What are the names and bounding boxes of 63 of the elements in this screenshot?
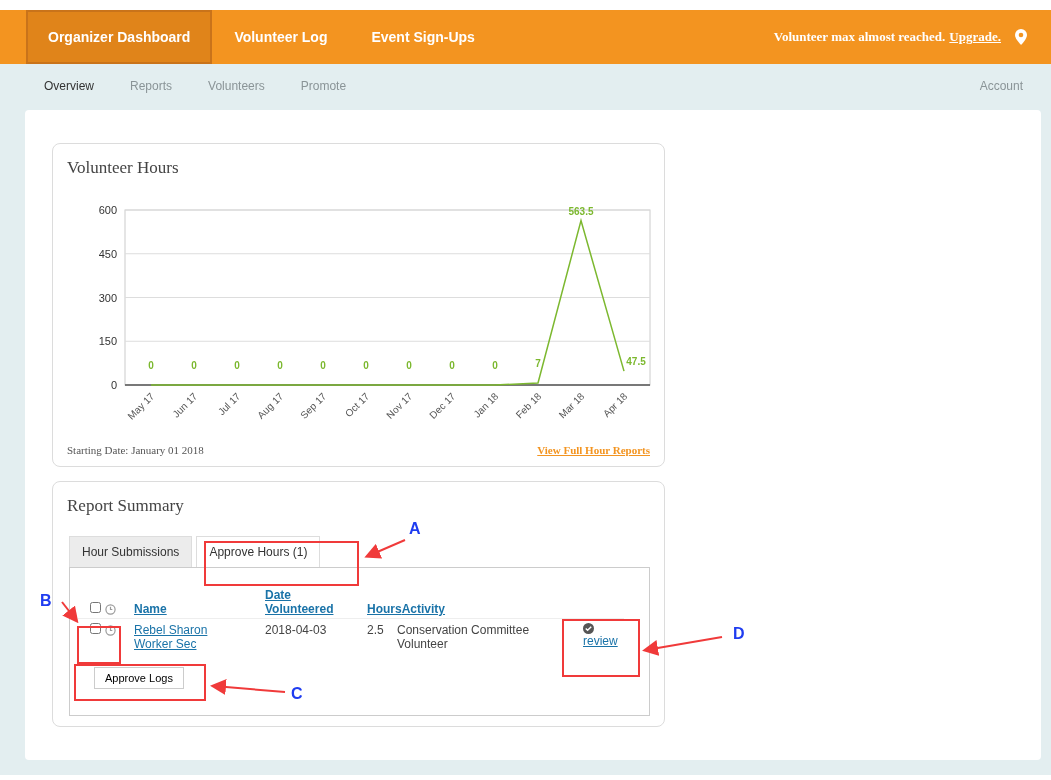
data-label: 0 bbox=[363, 360, 369, 371]
clock-icon bbox=[105, 604, 116, 616]
approve-logs-button[interactable]: Approve Logs bbox=[94, 667, 184, 689]
data-label: 0 bbox=[191, 360, 197, 371]
data-label: 563.5 bbox=[568, 205, 594, 217]
y-tick-label: 0 bbox=[110, 379, 117, 391]
card-title: Volunteer Hours bbox=[67, 158, 180, 178]
y-tick-label: 150 bbox=[98, 335, 117, 348]
column-header-link[interactable]: Hours bbox=[367, 602, 402, 616]
tab[interactable]: Hour Submissions bbox=[69, 536, 193, 567]
volunteer-name-link[interactable]: Rebel Sharon Worker Sec bbox=[134, 623, 245, 651]
clock-icon bbox=[105, 625, 116, 637]
data-label: 7 bbox=[535, 357, 541, 369]
x-tick-label: May 17 bbox=[125, 390, 157, 422]
hours-text: 2.5 bbox=[367, 623, 384, 637]
notice-text: Volunteer max almost reached. bbox=[773, 29, 946, 45]
card-title: Report Summary bbox=[67, 496, 185, 516]
nav-tab[interactable]: Organizer Dashboard bbox=[26, 10, 213, 64]
callout-letter: D bbox=[733, 625, 745, 643]
review-link[interactable]: review bbox=[583, 634, 618, 648]
x-tick-label: Nov 17 bbox=[384, 390, 415, 421]
column-header-link[interactable]: Activity bbox=[401, 602, 446, 616]
location-pin-icon[interactable] bbox=[1013, 28, 1029, 46]
callout-letter: B bbox=[40, 592, 52, 610]
x-tick-label: Jun 17 bbox=[170, 390, 200, 420]
data-label: 47.5 bbox=[626, 356, 646, 368]
tab[interactable]: Approve Hours (1) bbox=[196, 536, 321, 567]
sub-nav-link[interactable]: Volunteers bbox=[208, 79, 265, 93]
select-all-checkbox[interactable] bbox=[90, 602, 101, 613]
y-tick-label: 450 bbox=[98, 247, 117, 260]
x-tick-label: Dec 17 bbox=[427, 390, 458, 421]
row-checkbox[interactable] bbox=[90, 623, 101, 634]
pointer-arrow bbox=[61, 601, 79, 624]
starting-date: Starting Date: January 01 2018 bbox=[67, 444, 204, 456]
x-tick-label: Oct 17 bbox=[342, 390, 372, 420]
data-label: 0 bbox=[449, 360, 455, 371]
account-link[interactable]: Account bbox=[979, 79, 1023, 93]
callout-letter: C bbox=[291, 685, 303, 703]
date-text: 2018-04-03 bbox=[265, 623, 327, 637]
x-tick-label: Feb 18 bbox=[513, 390, 544, 421]
callout-letter: A bbox=[409, 520, 421, 538]
data-label: 0 bbox=[406, 360, 412, 371]
activity-text: Conservation Committee Volunteer bbox=[397, 623, 530, 651]
column-header-link[interactable]: Date Volunteered bbox=[265, 588, 361, 616]
x-tick-label: Jan 18 bbox=[471, 390, 501, 420]
x-tick-label: Apr 18 bbox=[600, 390, 630, 420]
data-label: 0 bbox=[320, 360, 326, 371]
data-label: 0 bbox=[148, 360, 154, 371]
check-circle-icon bbox=[583, 623, 594, 634]
x-tick-label: Mar 18 bbox=[556, 390, 587, 421]
sub-nav-link[interactable]: Reports bbox=[130, 79, 173, 93]
data-label: 0 bbox=[234, 360, 240, 371]
sub-nav-link[interactable]: Overview bbox=[44, 79, 94, 93]
y-tick-label: 300 bbox=[98, 291, 117, 304]
sub-nav-link[interactable]: Promote bbox=[300, 79, 347, 93]
column-header-link[interactable]: Name bbox=[134, 602, 167, 616]
x-tick-label: Sep 17 bbox=[298, 390, 329, 421]
data-label: 0 bbox=[277, 360, 283, 371]
x-tick-label: Aug 17 bbox=[255, 390, 286, 421]
y-tick-label: 600 bbox=[98, 204, 117, 216]
pointer-arrow bbox=[364, 539, 406, 559]
data-label: 0 bbox=[492, 360, 498, 371]
x-tick-label: Jul 17 bbox=[215, 390, 243, 418]
